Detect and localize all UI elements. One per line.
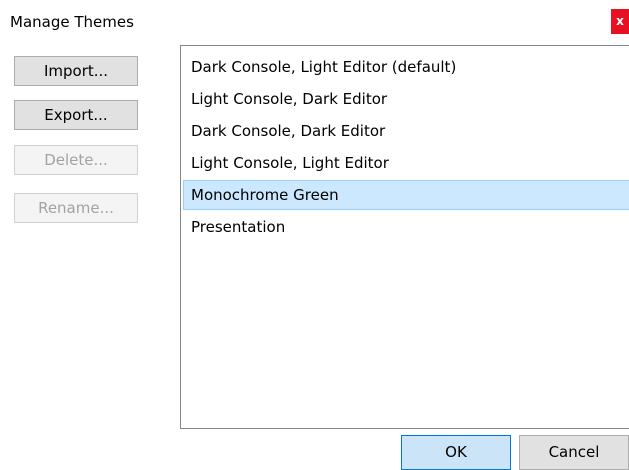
- ok-button[interactable]: OK: [401, 435, 511, 470]
- list-item[interactable]: Dark Console, Dark Editor: [183, 116, 629, 146]
- export-button[interactable]: Export...: [14, 100, 138, 130]
- delete-button[interactable]: Delete...: [14, 145, 138, 175]
- list-item[interactable]: Light Console, Dark Editor: [183, 84, 629, 114]
- list-item-selected[interactable]: Monochrome Green: [183, 180, 629, 210]
- dialog-title: Manage Themes: [10, 13, 134, 31]
- rename-button[interactable]: Rename...: [14, 193, 138, 223]
- list-item[interactable]: Dark Console, Light Editor (default): [183, 52, 629, 82]
- list-item[interactable]: Light Console, Light Editor: [183, 148, 629, 178]
- manage-themes-dialog: Manage Themes x Import... Export... Dele…: [0, 0, 629, 470]
- import-button[interactable]: Import...: [14, 56, 138, 86]
- close-button[interactable]: x: [611, 9, 629, 34]
- themes-list[interactable]: Dark Console, Light Editor (default) Lig…: [180, 45, 629, 429]
- cancel-button[interactable]: Cancel: [519, 435, 629, 470]
- list-item[interactable]: Presentation: [183, 212, 629, 242]
